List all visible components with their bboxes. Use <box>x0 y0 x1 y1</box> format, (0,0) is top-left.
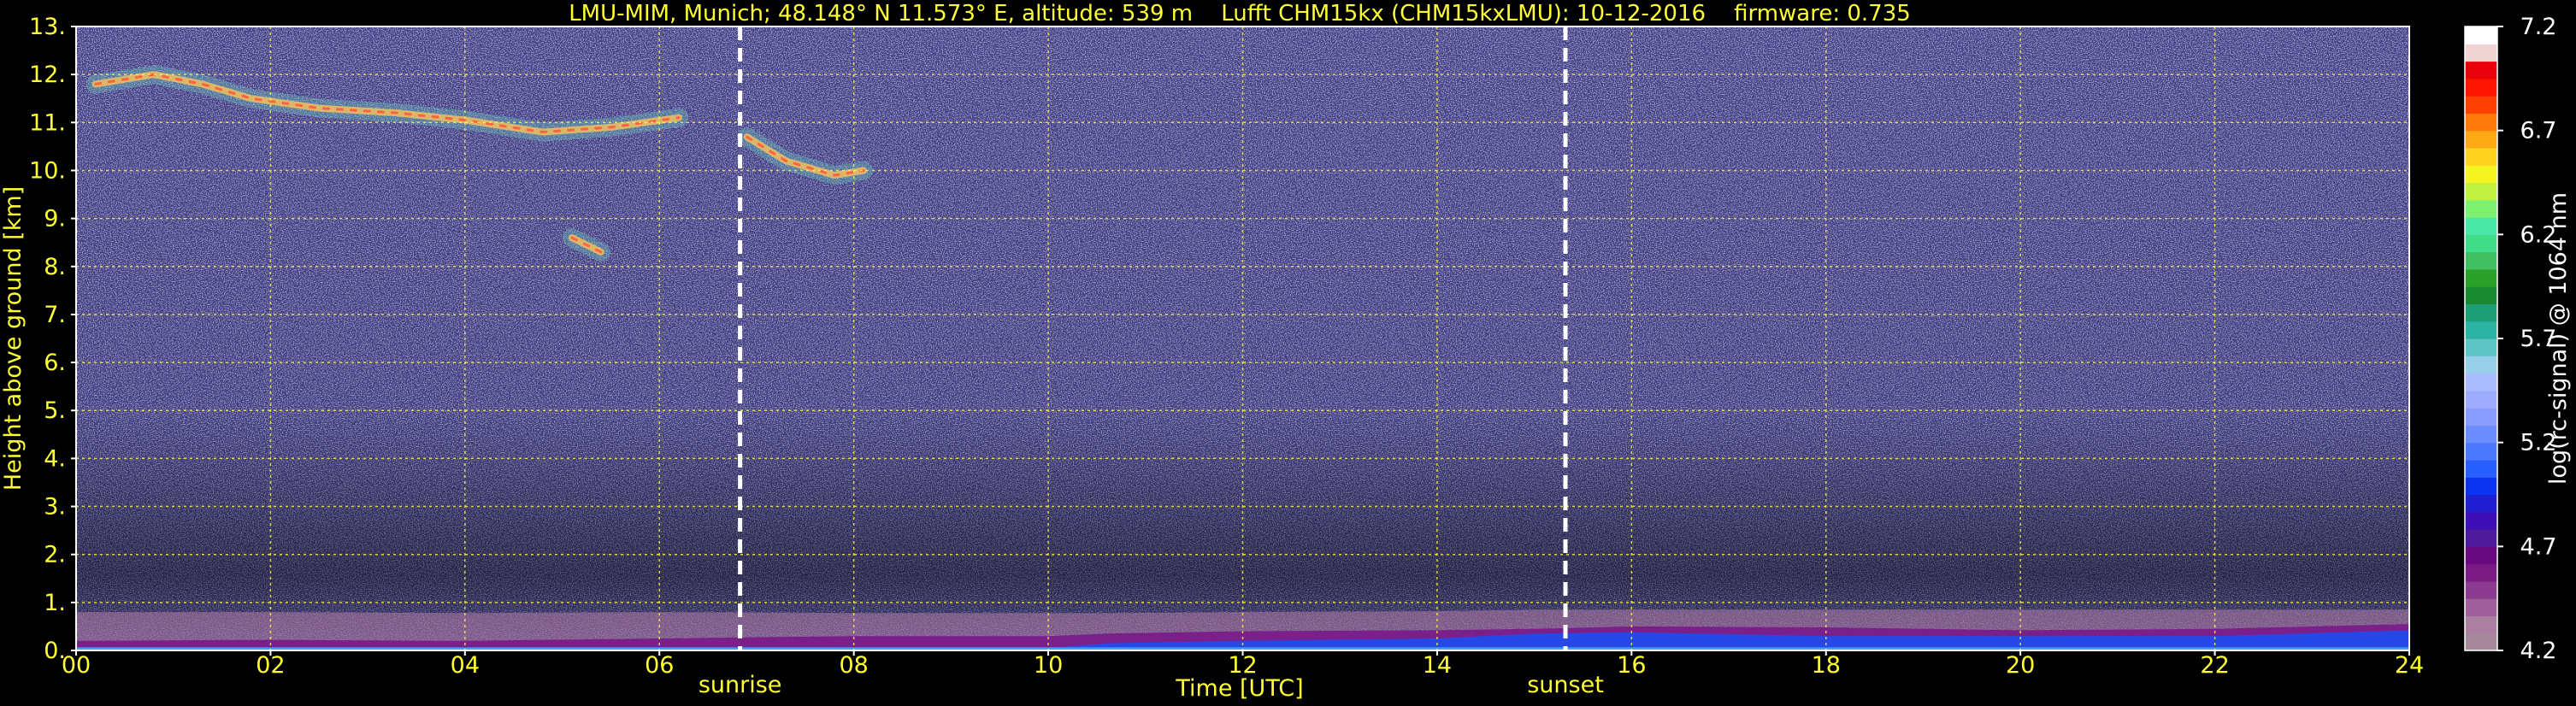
x-tick-label: 14 <box>1423 652 1452 679</box>
colorbar-swatch <box>2465 615 2497 634</box>
colorbar-tick-label: 6.7 <box>2520 118 2557 144</box>
colorbar-swatch <box>2465 234 2497 253</box>
colorbar-swatch <box>2465 268 2497 287</box>
y-tick-label: 10. <box>29 157 66 184</box>
x-tick-label: 18 <box>1812 652 1841 679</box>
colorbar: 4.24.75.25.76.26.77.2 <box>2464 14 2557 664</box>
x-tick-label: 04 <box>451 652 480 679</box>
colorbar-swatch <box>2465 26 2497 44</box>
colorbar-swatch <box>2465 303 2497 322</box>
annotation-label-sunset: sunset <box>1527 672 1604 698</box>
x-tick-label: 02 <box>256 652 285 679</box>
colorbar-tick-label: 7.2 <box>2520 14 2557 40</box>
colorbar-swatch <box>2465 321 2497 339</box>
colorbar-swatch <box>2465 217 2497 235</box>
colorbar-swatch <box>2465 390 2497 409</box>
chart-title: LMU-MIM, Munich; 48.148° N 11.573° E, al… <box>569 1 1911 26</box>
annotation-label-sunrise: sunrise <box>699 672 782 698</box>
colorbar-swatch <box>2465 511 2497 530</box>
y-tick-label: 12. <box>29 62 66 88</box>
colorbar-swatch <box>2465 632 2497 651</box>
colorbar-swatch <box>2465 598 2497 617</box>
x-tick-label: 16 <box>1617 652 1646 679</box>
colorbar-swatch <box>2465 477 2497 496</box>
colorbar-swatch <box>2465 546 2497 565</box>
y-tick-label: 13. <box>29 14 66 40</box>
colorbar-tick-label: 4.7 <box>2520 533 2557 560</box>
colorbar-swatch <box>2465 199 2497 218</box>
colorbar-swatch <box>2465 425 2497 444</box>
colorbar-swatch <box>2465 408 2497 426</box>
colorbar-label: log(rc-signal) @ 1064 nm <box>2545 192 2572 485</box>
colorbar-swatch <box>2465 182 2497 201</box>
x-tick-label: 24 <box>2395 652 2424 679</box>
colorbar-swatch <box>2465 356 2497 374</box>
y-axis: 0. 1. 2. 3. 4. 5. 6. 7. 8. 9. 10. 11. 12. 13. <box>29 14 76 664</box>
x-axis-label: Time [UTC] <box>1175 675 1303 702</box>
y-tick-label: 3. <box>44 494 66 521</box>
colorbar-swatch <box>2465 580 2497 599</box>
colorbar-swatch <box>2465 44 2497 62</box>
y-tick-label: 0. <box>44 638 66 664</box>
colorbar-swatch <box>2465 78 2497 97</box>
y-tick-label: 7. <box>44 302 66 328</box>
x-tick-label: 20 <box>2006 652 2035 679</box>
colorbar-tick-label: 4.2 <box>2520 638 2557 664</box>
y-tick-label: 9. <box>44 206 66 232</box>
colorbar-swatch <box>2465 563 2497 582</box>
colorbar-swatch <box>2465 130 2497 149</box>
x-tick-label: 10 <box>1034 652 1063 679</box>
x-tick-label: 22 <box>2200 652 2229 679</box>
colorbar-swatch <box>2465 61 2497 79</box>
y-tick-label: 1. <box>44 590 66 616</box>
colorbar-swatch <box>2465 251 2497 270</box>
colorbar-swatch <box>2465 373 2497 391</box>
colorbar-swatch <box>2465 147 2497 166</box>
colorbar-swatch <box>2465 338 2497 356</box>
y-tick-label: 6. <box>44 350 66 376</box>
y-axis-label: Height above ground [km] <box>0 186 27 491</box>
x-tick-label: 06 <box>645 652 674 679</box>
y-tick-label: 5. <box>44 397 66 424</box>
colorbar-swatch <box>2465 113 2497 132</box>
x-tick-label: 08 <box>839 652 868 679</box>
colorbar-swatch <box>2465 494 2497 513</box>
colorbar-swatch <box>2465 442 2497 461</box>
colorbar-swatch <box>2465 165 2497 184</box>
y-tick-label: 4. <box>44 445 66 472</box>
colorbar-swatch <box>2465 96 2497 114</box>
ceilometer-chart: sunrise sunset 00 02 04 06 08 10 12 14 16 18 20 22 24… <box>0 1 2572 702</box>
y-tick-label: 11. <box>29 109 66 136</box>
colorbar-swatch <box>2465 459 2497 478</box>
colorbar-swatch <box>2465 286 2497 305</box>
colorbar-swatch <box>2465 529 2497 547</box>
y-tick-label: 2. <box>44 542 66 568</box>
y-tick-label: 8. <box>44 254 66 280</box>
